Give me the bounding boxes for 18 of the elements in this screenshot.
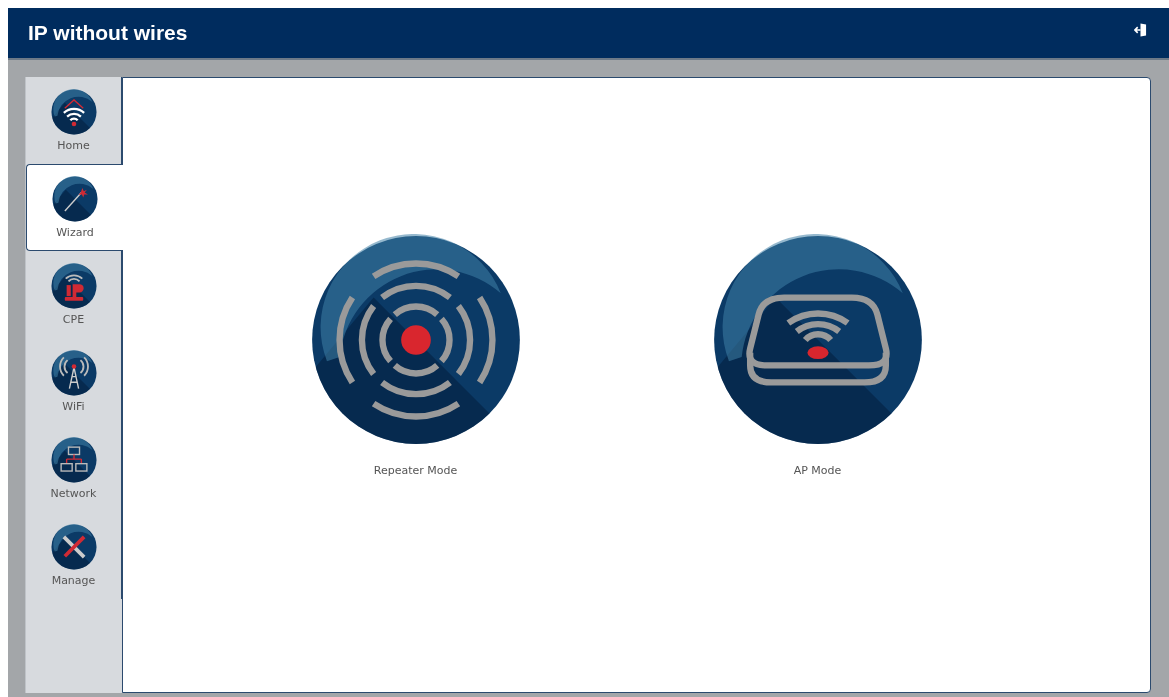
nav-tab[interactable]: WiFi: [26, 338, 122, 425]
mode-label[interactable]: Repeater Mode: [373, 464, 458, 477]
mode-label[interactable]: AP Mode: [793, 464, 842, 477]
magic-wand-icon: [52, 176, 98, 222]
tools-icon: [50, 524, 97, 570]
nav-tab[interactable]: Manage: [26, 512, 122, 599]
app-title: IP without wires: [28, 21, 188, 45]
antenna-logo-icon: [50, 263, 97, 309]
nav-tab[interactable]: Home: [26, 77, 122, 164]
radar-rings-icon[interactable]: [309, 234, 522, 446]
nav-tab[interactable]: Network: [26, 425, 122, 512]
radio-tower-icon: [50, 350, 97, 396]
network-icon: [50, 437, 97, 483]
nav-tab[interactable]: Wizard: [26, 164, 123, 251]
house-wifi-icon: [50, 89, 97, 135]
router-wifi-icon[interactable]: [711, 234, 924, 446]
logout-icon[interactable]: [1134, 22, 1147, 38]
nav-tab[interactable]: CPE: [26, 251, 122, 338]
